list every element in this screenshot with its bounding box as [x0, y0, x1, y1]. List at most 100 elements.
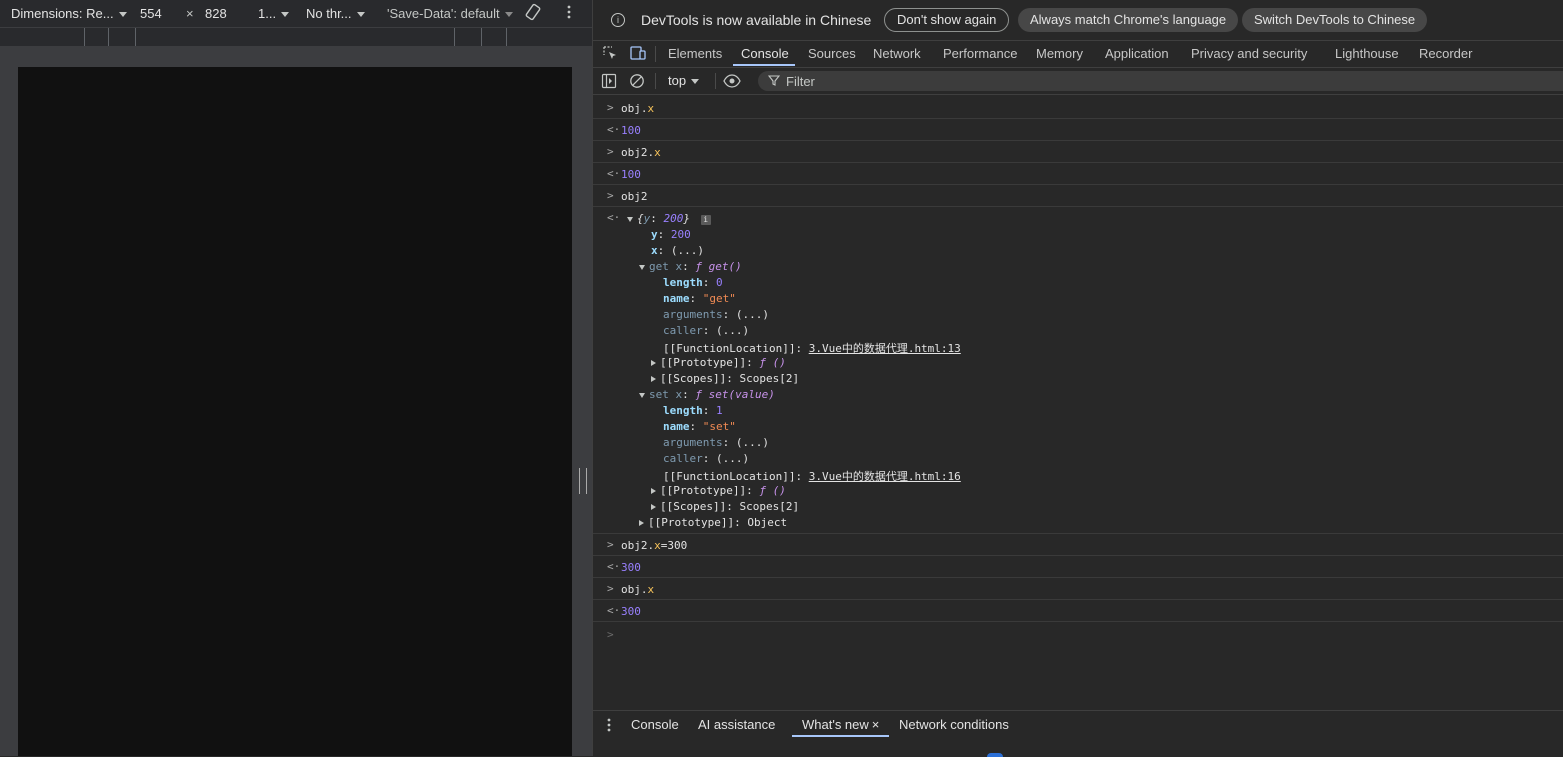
tab-sources[interactable]: Sources — [808, 46, 856, 61]
object-tree[interactable]: <· {y: 200} i y: 200 x: (...) get x: ƒ g… — [593, 207, 1563, 534]
prop-function-location: [[FunctionLocation]]: 3.Vue中的数据代理.html:1… — [663, 470, 961, 483]
setter-node[interactable]: set x: ƒ set(value) — [639, 388, 775, 401]
save-data-select[interactable]: 'Save-Data': default — [387, 6, 513, 21]
tab-privacy-security[interactable]: Privacy and security — [1191, 46, 1307, 61]
console-result-row[interactable]: <· 100 — [593, 163, 1563, 185]
expand-triangle-icon[interactable] — [651, 376, 656, 382]
prop-value: ƒ () — [759, 484, 786, 497]
prop-value[interactable]: (...) — [671, 244, 704, 257]
console-result-row[interactable]: <· 300 — [593, 556, 1563, 578]
inspect-element-icon[interactable] — [602, 45, 618, 64]
expand-triangle-icon[interactable] — [651, 488, 656, 494]
prop-y: y: 200 — [651, 228, 691, 241]
drawer-tab-ai-assistance[interactable]: AI assistance — [698, 717, 775, 732]
console-input-row[interactable]: > obj2.x=300 — [593, 534, 1563, 556]
dimensions-select[interactable]: Dimensions: Re... — [11, 6, 127, 21]
context-label: top — [668, 73, 687, 88]
chevron-down-icon — [118, 12, 127, 18]
input-prompt-icon: > — [607, 628, 614, 641]
drawer-tab-console[interactable]: Console — [631, 717, 679, 732]
prop-prototype[interactable]: [[Prototype]]: ƒ () — [651, 356, 786, 369]
prop-value[interactable]: (...) — [736, 308, 769, 321]
tab-lighthouse[interactable]: Lighthouse — [1335, 46, 1399, 61]
device-toggle-icon[interactable] — [629, 45, 647, 64]
console-input-row[interactable]: > obj2 — [593, 185, 1563, 207]
input-prompt-icon: > — [607, 189, 614, 202]
expand-triangle-icon[interactable] — [639, 520, 644, 526]
switch-to-chinese-button[interactable]: Switch DevTools to Chinese — [1242, 8, 1428, 32]
filter-input[interactable]: Filter — [758, 71, 1563, 91]
console-input-row[interactable]: > obj.x — [593, 578, 1563, 600]
expand-triangle-icon[interactable] — [639, 392, 645, 398]
close-icon[interactable]: × — [872, 717, 880, 732]
source-link[interactable]: 3.Vue中的数据代理.html:16 — [809, 470, 961, 483]
prop-value[interactable]: (...) — [716, 452, 749, 465]
prop-arguments: arguments: (...) — [663, 308, 769, 321]
more-options-icon[interactable] — [566, 4, 572, 23]
expand-triangle-icon[interactable] — [651, 504, 656, 510]
object-prototype[interactable]: [[Prototype]]: Object — [639, 516, 787, 529]
tab-network[interactable]: Network — [873, 46, 921, 61]
dont-show-again-button[interactable]: Don't show again — [884, 8, 1010, 32]
height-input[interactable]: 828 — [205, 6, 227, 21]
expand-triangle-icon[interactable] — [639, 264, 645, 270]
expand-triangle-icon[interactable] — [651, 360, 656, 366]
tab-performance[interactable]: Performance — [943, 46, 1017, 61]
sidebar-toggle-icon[interactable] — [601, 73, 617, 92]
tab-application[interactable]: Application — [1105, 46, 1169, 61]
console-prompt-row[interactable]: > — [593, 624, 1563, 645]
drawer-tab-whats-new[interactable]: What's new × — [802, 717, 879, 732]
tabbar-divider — [655, 46, 656, 62]
device-viewport[interactable] — [18, 67, 572, 756]
panel-tabbar: Elements Console Sources Network Perform… — [593, 41, 1563, 68]
expand-triangle-icon[interactable] — [627, 216, 633, 222]
filter-icon — [767, 74, 781, 89]
always-match-language-button[interactable]: Always match Chrome's language — [1018, 8, 1239, 32]
prop-scopes[interactable]: [[Scopes]]: Scopes[2] — [651, 500, 799, 513]
tab-elements[interactable]: Elements — [668, 46, 722, 61]
resize-handle[interactable] — [579, 468, 587, 494]
drawer-tab-network-conditions[interactable]: Network conditions — [899, 717, 1009, 732]
prop-name: name: "set" — [663, 420, 736, 433]
rotate-icon[interactable] — [524, 3, 542, 24]
clear-console-icon[interactable] — [629, 73, 645, 92]
tab-console[interactable]: Console — [741, 46, 789, 61]
tab-memory[interactable]: Memory — [1036, 46, 1083, 61]
prop-key: arguments — [663, 436, 723, 449]
prop-scopes[interactable]: [[Scopes]]: Scopes[2] — [651, 372, 799, 385]
info-badge-icon[interactable]: i — [700, 215, 711, 225]
prop-caller: caller: (...) — [663, 452, 750, 465]
prop-prototype[interactable]: [[Prototype]]: ƒ () — [651, 484, 786, 497]
getter-node[interactable]: get x: ƒ get() — [639, 260, 742, 273]
ruler-tick — [506, 28, 507, 46]
source-link[interactable]: 3.Vue中的数据代理.html:13 — [809, 342, 961, 355]
prop-value[interactable]: (...) — [736, 436, 769, 449]
live-expression-eye-icon[interactable] — [723, 73, 741, 92]
ruler-tick — [481, 28, 482, 46]
prop-value: Scopes[2] — [739, 372, 800, 385]
prop-key: [[Scopes]] — [660, 372, 727, 385]
prop-key: name — [663, 420, 690, 433]
width-input[interactable]: 554 — [140, 6, 162, 21]
prop-value[interactable]: (...) — [716, 324, 749, 337]
console-log[interactable]: > obj.x <· 100 > obj2.x <· 100 > obj2 <·… — [593, 95, 1563, 709]
drawer-tab-label: What's new — [802, 717, 869, 732]
prop-key: caller — [663, 452, 703, 465]
expression-text: obj2 — [621, 190, 648, 203]
console-input-row[interactable]: > obj.x — [593, 97, 1563, 119]
drawer-menu-icon[interactable] — [606, 717, 612, 736]
prop-value: "set" — [702, 420, 736, 433]
console-input-row[interactable]: > obj2.x — [593, 141, 1563, 163]
zoom-select[interactable]: 1... — [258, 6, 290, 21]
context-select[interactable]: top — [668, 73, 700, 88]
console-result-row[interactable]: <· 300 — [593, 600, 1563, 622]
console-result-row[interactable]: <· 100 — [593, 119, 1563, 141]
object-preview[interactable]: {y: 200} i — [627, 212, 711, 225]
prop-caller: caller: (...) — [663, 324, 750, 337]
throttle-select[interactable]: No thr... — [306, 6, 365, 21]
prop-key: [[Prototype]] — [660, 484, 747, 497]
prop-key: name — [663, 292, 690, 305]
prop-value: Scopes[2] — [739, 500, 800, 513]
console-toolbar: top Filter — [593, 68, 1563, 95]
tab-recorder[interactable]: Recorder — [1419, 46, 1472, 61]
